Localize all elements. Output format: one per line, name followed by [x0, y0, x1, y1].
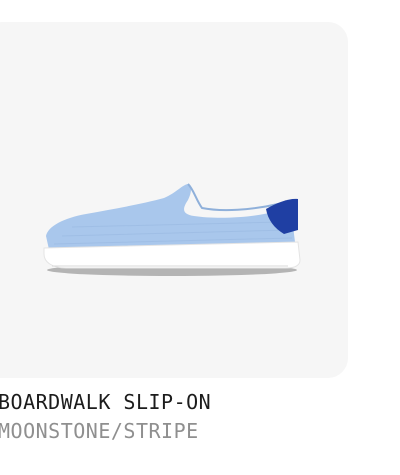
- product-color-name: MOONSTONE/STRIPE: [0, 419, 199, 443]
- product-image: [43, 183, 301, 276]
- product-image-panel[interactable]: [0, 22, 348, 378]
- product-card[interactable]: BOARDWALK SLIP-ON MOONSTONE/STRIPE: [0, 0, 400, 475]
- shoe-collar: [187, 183, 279, 212]
- product-name[interactable]: BOARDWALK SLIP-ON: [0, 390, 211, 414]
